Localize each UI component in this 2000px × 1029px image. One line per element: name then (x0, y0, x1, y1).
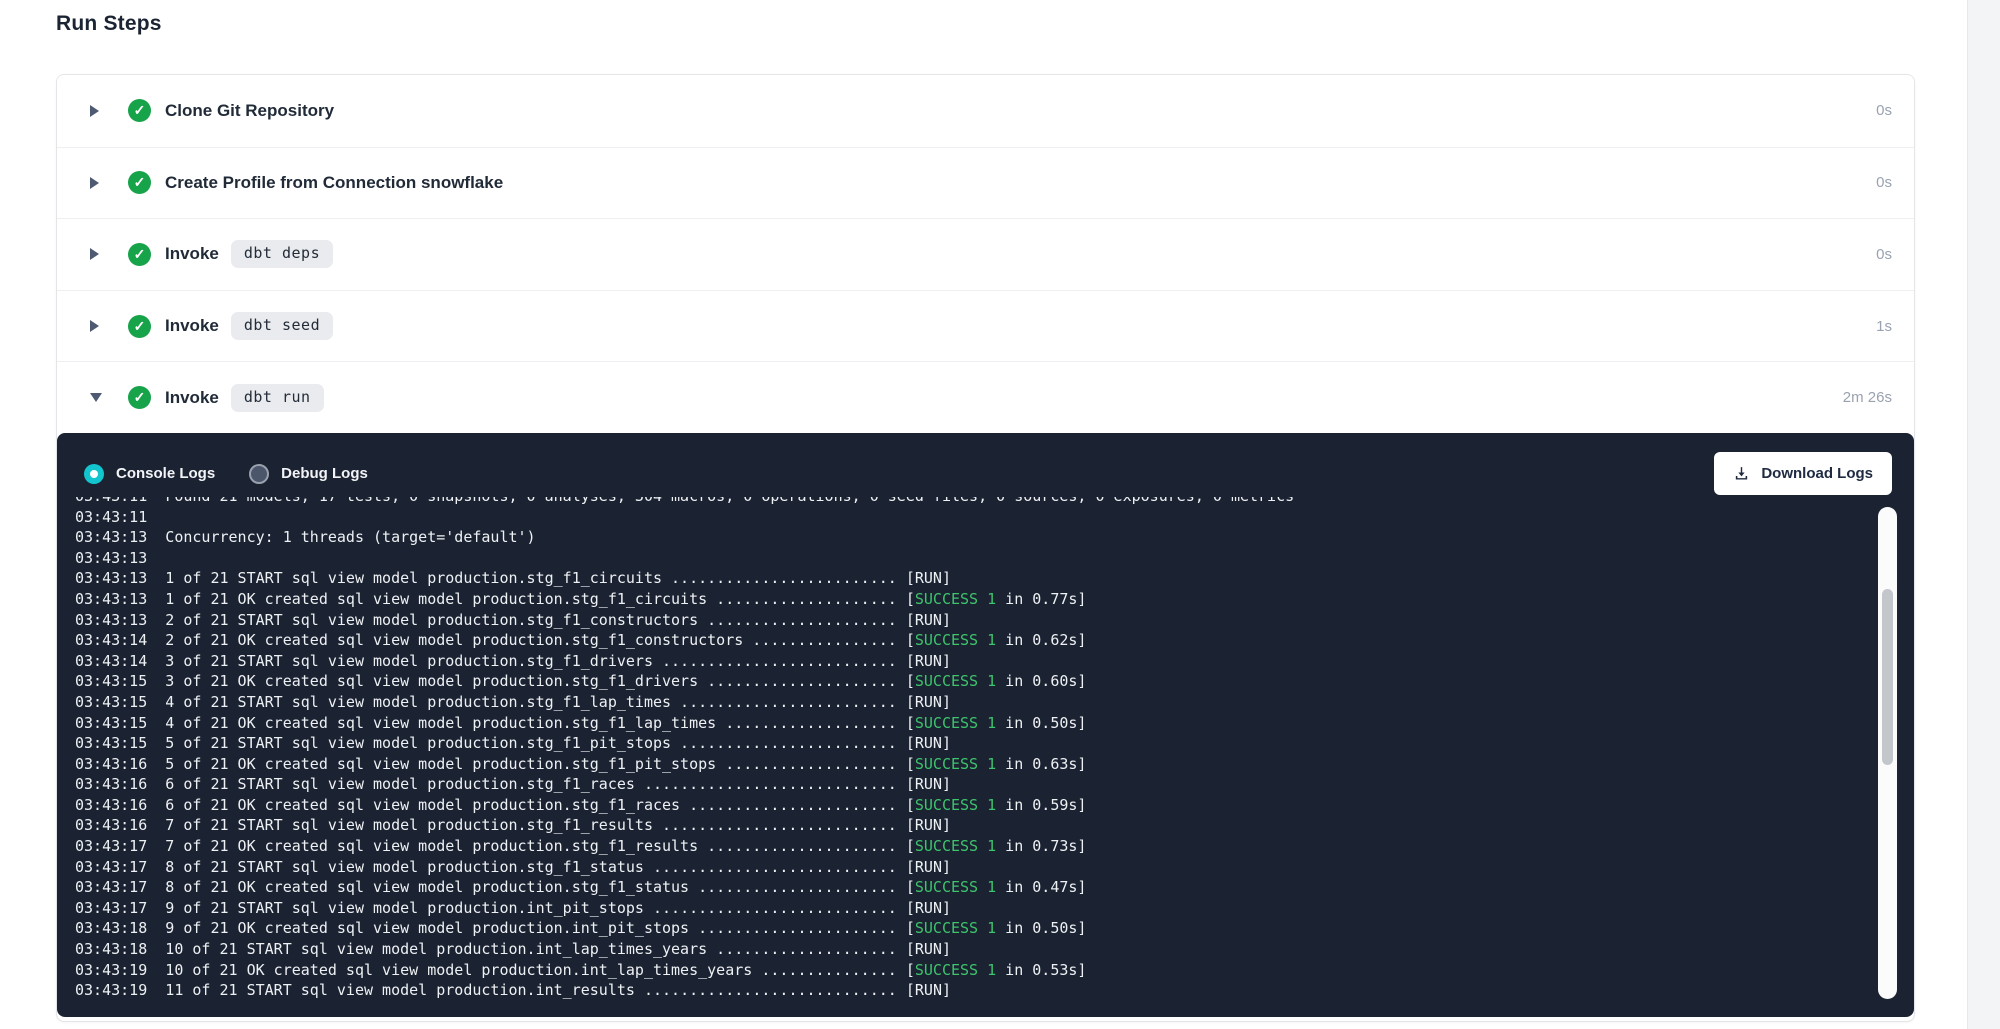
log-line: 03:43:16 6 of 21 OK created sql view mod… (75, 795, 1914, 816)
log-line: 03:43:13 2 of 21 START sql view model pr… (75, 610, 1914, 631)
step-duration: 0s (1876, 246, 1892, 263)
run-steps-page: Run Steps ✓ Clone Git Repository 0s ✓ Create… (0, 0, 2000, 1029)
page-title: Run Steps (56, 12, 162, 36)
check-circle-icon: ✓ (128, 99, 151, 122)
step-row[interactable]: ✓ Create Profile from Connection snowflak… (57, 147, 1914, 219)
log-success-status: SUCCESS 1 (915, 796, 996, 814)
step-duration: 0s (1876, 102, 1892, 119)
step-label: Invoke (165, 388, 219, 408)
log-line: 03:43:13 Concurrency: 1 threads (target=… (75, 527, 1914, 548)
console-scrollbar[interactable] (1878, 507, 1897, 999)
radio-label: Debug Logs (281, 465, 368, 482)
radio-debug-logs[interactable]: Debug Logs (249, 464, 368, 484)
log-line: 03:43:16 5 of 21 OK created sql view mod… (75, 754, 1914, 775)
step-duration: 2m 26s (1843, 389, 1892, 406)
check-circle-icon: ✓ (128, 315, 151, 338)
log-line: 03:43:17 8 of 21 OK created sql view mod… (75, 877, 1914, 898)
chevron-right-icon[interactable] (90, 177, 104, 189)
log-success-status: SUCCESS 1 (915, 919, 996, 937)
check-circle-icon: ✓ (128, 171, 151, 194)
check-circle-icon: ✓ (128, 386, 151, 409)
log-line: 03:43:16 6 of 21 START sql view model pr… (75, 774, 1914, 795)
log-line: 03:43:17 7 of 21 OK created sql view mod… (75, 836, 1914, 857)
log-line: 03:43:16 7 of 21 START sql view model pr… (75, 815, 1914, 836)
chevron-right-icon[interactable] (90, 105, 104, 117)
log-line: 03:43:17 9 of 21 START sql view model pr… (75, 898, 1914, 919)
log-success-status: SUCCESS 1 (915, 755, 996, 773)
log-line: 03:43:13 1 of 21 OK created sql view mod… (75, 589, 1914, 610)
radio-label: Console Logs (116, 465, 215, 482)
log-success-status: SUCCESS 1 (915, 878, 996, 896)
log-line: 03:43:15 5 of 21 START sql view model pr… (75, 733, 1914, 754)
log-line: 03:43:19 11 of 21 START sql view model p… (75, 980, 1914, 1001)
download-logs-label: Download Logs (1761, 465, 1873, 482)
log-success-status: SUCCESS 1 (915, 961, 996, 979)
log-line: 03:43:18 10 of 21 START sql view model p… (75, 939, 1914, 960)
step-row[interactable]: ✓ Invoke dbt seed 1s (57, 290, 1914, 362)
run-steps-list: ✓ Clone Git Repository 0s ✓ Create Profile f… (57, 75, 1914, 433)
log-lines: 03:43:11 Found 21 models, 17 tests, 0 sn… (75, 497, 1914, 1001)
step-duration: 0s (1876, 174, 1892, 191)
log-success-status: SUCCESS 1 (915, 714, 996, 732)
log-success-status: SUCCESS 1 (915, 631, 996, 649)
step-command-badge: dbt run (231, 384, 324, 412)
step-row[interactable]: ✓ Clone Git Repository 0s (57, 75, 1914, 147)
check-circle-icon: ✓ (128, 243, 151, 266)
download-logs-button[interactable]: Download Logs (1714, 452, 1892, 495)
step-label: Invoke (165, 244, 219, 264)
log-line: 03:43:17 8 of 21 START sql view model pr… (75, 857, 1914, 878)
log-line: 03:43:11 (75, 507, 1914, 528)
log-line: 03:43:11 Found 21 models, 17 tests, 0 sn… (75, 497, 1914, 507)
log-line: 03:43:13 1 of 21 START sql view model pr… (75, 568, 1914, 589)
log-line: 03:43:18 9 of 21 OK created sql view mod… (75, 918, 1914, 939)
run-steps-card: ✓ Clone Git Repository 0s ✓ Create Profile f… (56, 74, 1915, 1022)
console-panel: Console Logs Debug Logs Download Logs 03:… (57, 433, 1914, 1017)
page-right-gutter (1967, 0, 2000, 1029)
log-line: 03:43:15 4 of 21 OK created sql view mod… (75, 713, 1914, 734)
log-line: 03:43:13 (75, 548, 1914, 569)
log-line: 03:43:14 2 of 21 OK created sql view mod… (75, 630, 1914, 651)
log-line: 03:43:15 3 of 21 OK created sql view mod… (75, 671, 1914, 692)
console-header: Console Logs Debug Logs Download Logs (57, 433, 1914, 497)
log-success-status: SUCCESS 1 (915, 672, 996, 690)
radio-console-logs[interactable]: Console Logs (84, 464, 215, 484)
log-type-radio-group: Console Logs Debug Logs (84, 464, 368, 484)
step-duration: 1s (1876, 318, 1892, 335)
log-line: 03:43:19 10 of 21 OK created sql view mo… (75, 960, 1914, 981)
chevron-right-icon[interactable] (90, 248, 104, 260)
step-row[interactable]: ✓ Invoke dbt deps 0s (57, 218, 1914, 290)
download-icon (1733, 465, 1750, 482)
radio-selected-icon[interactable] (84, 464, 104, 484)
step-command-badge: dbt seed (231, 312, 333, 340)
log-success-status: SUCCESS 1 (915, 590, 996, 608)
log-line: 03:43:15 4 of 21 START sql view model pr… (75, 692, 1914, 713)
radio-unselected-icon[interactable] (249, 464, 269, 484)
log-line: 03:43:14 3 of 21 START sql view model pr… (75, 651, 1914, 672)
step-label: Create Profile from Connection snowflake (165, 173, 503, 193)
chevron-down-icon[interactable] (90, 393, 104, 402)
chevron-right-icon[interactable] (90, 320, 104, 332)
log-success-status: SUCCESS 1 (915, 837, 996, 855)
step-command-badge: dbt deps (231, 240, 333, 268)
step-row[interactable]: ✓ Invoke dbt run 2m 26s (57, 361, 1914, 433)
console-log-output[interactable]: 03:43:11 Found 21 models, 17 tests, 0 sn… (57, 497, 1914, 1017)
step-label: Invoke (165, 316, 219, 336)
step-label: Clone Git Repository (165, 101, 334, 121)
console-scrollbar-thumb[interactable] (1882, 589, 1893, 765)
